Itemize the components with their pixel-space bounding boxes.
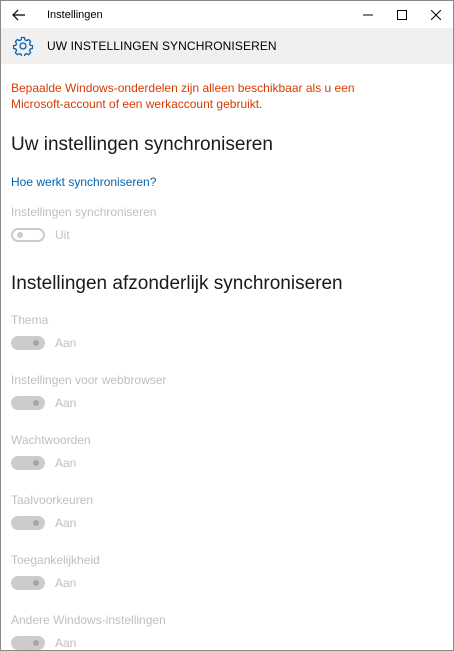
setting-label: Wachtwoorden	[11, 433, 91, 447]
maximize-icon	[397, 9, 407, 20]
toggle-state-text: Aan	[55, 336, 77, 350]
toggle-knob	[33, 520, 39, 526]
theme-toggle[interactable]	[11, 336, 45, 350]
toggle-row: Aan	[11, 394, 443, 412]
how-sync-works-link[interactable]: Hoe werkt synchroniseren?	[11, 175, 156, 189]
window-title: Instellingen	[47, 8, 103, 21]
toggle-state-text: Uit	[55, 228, 70, 242]
page-header: UW INSTELLINGEN SYNCHRONISEREN	[1, 28, 453, 64]
toggle-knob	[33, 400, 39, 406]
setting-language-preferences: Taalvoorkeuren Aan	[11, 493, 443, 532]
toggle-row: Uit	[11, 226, 443, 244]
setting-theme: Thema Aan	[11, 313, 443, 352]
language-preferences-toggle[interactable]	[11, 516, 45, 530]
toggle-row: Aan	[11, 574, 443, 592]
close-button[interactable]	[419, 1, 453, 28]
toggle-knob	[33, 580, 39, 586]
individual-sync-settings: Thema Aan Instellingen voor webbrowser A…	[11, 313, 443, 650]
close-icon	[431, 9, 441, 20]
toggle-knob	[33, 340, 39, 346]
setting-label: Thema	[11, 313, 49, 327]
minimize-icon	[363, 14, 373, 15]
toggle-state-text: Aan	[55, 456, 77, 470]
setting-accessibility: Toegankelijkheid Aan	[11, 553, 443, 592]
other-windows-toggle[interactable]	[11, 636, 45, 650]
toggle-row: Aan	[11, 514, 443, 532]
setting-label: Taalvoorkeuren	[11, 493, 94, 507]
content-area: Bepaalde Windows-onderdelen zijn alleen …	[1, 80, 453, 650]
setting-web-browser: Instellingen voor webbrowser Aan	[11, 373, 443, 412]
sync-settings-setting: Instellingen synchroniseren Uit	[11, 205, 443, 244]
setting-label: Instellingen synchroniseren	[11, 205, 157, 219]
gear-icon	[9, 36, 37, 56]
toggle-knob	[17, 232, 23, 238]
toggle-state-text: Aan	[55, 636, 77, 650]
maximize-button[interactable]	[385, 1, 419, 28]
passwords-toggle[interactable]	[11, 456, 45, 470]
back-arrow-icon	[12, 9, 25, 20]
toggle-knob	[33, 640, 39, 646]
toggle-state-text: Aan	[55, 516, 77, 530]
page-header-title: UW INSTELLINGEN SYNCHRONISEREN	[47, 39, 277, 53]
toggle-knob	[33, 460, 39, 466]
toggle-state-text: Aan	[55, 576, 77, 590]
toggle-row: Aan	[11, 634, 443, 650]
setting-label: Toegankelijkheid	[11, 553, 100, 567]
setting-label: Andere Windows-instellingen	[11, 613, 166, 627]
minimize-button[interactable]	[351, 1, 385, 28]
sync-settings-toggle[interactable]	[11, 228, 45, 242]
title-bar: Instellingen	[1, 1, 453, 28]
web-browser-toggle[interactable]	[11, 396, 45, 410]
toggle-row: Aan	[11, 454, 443, 472]
accessibility-toggle[interactable]	[11, 576, 45, 590]
individual-sync-section-title: Instellingen afzonderlijk synchroniseren	[11, 273, 343, 294]
setting-label: Instellingen voor webbrowser	[11, 373, 167, 387]
setting-other-windows: Andere Windows-instellingen Aan	[11, 613, 443, 650]
settings-window: Instellingen UW INSTELLINGEN SYNCHRONISE…	[0, 0, 454, 651]
toggle-state-text: Aan	[55, 396, 77, 410]
toggle-row: Aan	[11, 334, 443, 352]
account-warning-text: Bepaalde Windows-onderdelen zijn alleen …	[11, 81, 355, 111]
sync-section-title: Uw instellingen synchroniseren	[11, 134, 273, 155]
back-button[interactable]	[1, 1, 37, 28]
setting-passwords: Wachtwoorden Aan	[11, 433, 443, 472]
